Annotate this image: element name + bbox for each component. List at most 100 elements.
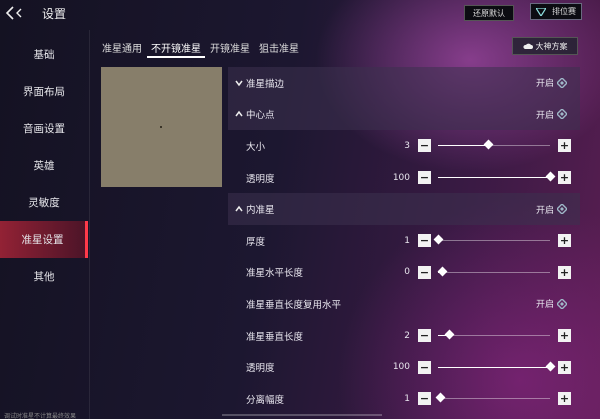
setting-inner-crosshair[interactable]: 内准星 开启 bbox=[228, 193, 580, 225]
slider-track[interactable] bbox=[438, 140, 550, 150]
setting-value: 2 bbox=[404, 330, 410, 341]
pro-presets-label: 大神方案 bbox=[535, 41, 568, 51]
sidebar: 基础 界面布局 音画设置 英雄 灵敏度 准星设置 其他 bbox=[0, 36, 88, 295]
back-button[interactable] bbox=[4, 3, 38, 23]
slider-thumb[interactable] bbox=[437, 266, 448, 277]
setting-label: 准星垂直长度复用水平 bbox=[246, 299, 342, 311]
state-text: 开启 bbox=[536, 205, 555, 216]
setting-label: 准星垂直长度 bbox=[246, 331, 304, 343]
setting-label: 厚度 bbox=[246, 236, 266, 248]
crosshair-tabs: 准星通用 不开镜准星 开镜准星 狙击准星 bbox=[98, 38, 304, 58]
sidebar-item-audio-video[interactable]: 音画设置 bbox=[0, 110, 88, 147]
decrease-button[interactable]: − bbox=[418, 360, 431, 374]
tab-ads[interactable]: 开镜准星 bbox=[206, 38, 254, 58]
setting-state[interactable]: 开启 bbox=[536, 297, 568, 311]
reset-defaults-button[interactable]: 还原默认 bbox=[464, 5, 514, 21]
toggle-diamond-icon bbox=[557, 109, 568, 120]
setting-inner-opacity: 透明度 100 − + bbox=[228, 351, 580, 383]
increase-button[interactable]: + bbox=[558, 329, 571, 343]
state-text: 开启 bbox=[536, 110, 555, 121]
decrease-button[interactable]: − bbox=[418, 329, 431, 343]
setting-state[interactable]: 开启 bbox=[536, 203, 568, 216]
tab-hipfire[interactable]: 不开镜准星 bbox=[147, 38, 205, 58]
slider-track[interactable] bbox=[435, 392, 550, 403]
setting-state[interactable]: 开启 bbox=[536, 108, 568, 121]
tab-sniper[interactable]: 狙击准星 bbox=[255, 38, 303, 58]
setting-label: 透明度 bbox=[246, 173, 275, 185]
setting-label: 大小 bbox=[246, 141, 266, 153]
chevron-down-icon bbox=[235, 80, 243, 87]
toggle-diamond-icon bbox=[557, 204, 568, 215]
sidebar-divider bbox=[89, 30, 90, 419]
cloud-icon bbox=[522, 43, 533, 49]
chevron-up-icon bbox=[235, 205, 243, 212]
back-arrow-icon bbox=[5, 6, 22, 20]
sidebar-item-layout[interactable]: 界面布局 bbox=[0, 73, 88, 110]
setting-label: 准星描边 bbox=[246, 78, 285, 90]
decrease-button[interactable]: − bbox=[418, 171, 431, 185]
pro-presets-button[interactable]: 大神方案 bbox=[512, 37, 578, 55]
horizontal-scrollbar[interactable] bbox=[222, 414, 382, 416]
setting-label: 准星水平长度 bbox=[246, 268, 304, 280]
tab-general[interactable]: 准星通用 bbox=[98, 38, 146, 58]
setting-center-dot[interactable]: 中心点 开启 bbox=[228, 98, 580, 131]
state-text: 开启 bbox=[536, 300, 555, 311]
setting-label: 分离幅度 bbox=[246, 394, 285, 406]
sidebar-item-other[interactable]: 其他 bbox=[0, 258, 88, 295]
setting-outline[interactable]: 准星描边 开启 bbox=[228, 67, 580, 99]
decrease-button[interactable]: − bbox=[418, 139, 431, 153]
setting-v-reuse-h[interactable]: 准星垂直长度复用水平 开启 bbox=[228, 288, 580, 320]
increase-button[interactable]: + bbox=[558, 171, 571, 185]
setting-center-size: 大小 3 − + bbox=[228, 130, 580, 162]
slider-fill bbox=[438, 145, 488, 147]
slider-thumb[interactable] bbox=[444, 329, 455, 340]
setting-value: 100 bbox=[392, 362, 410, 373]
setting-center-opacity: 透明度 100 − + bbox=[228, 162, 580, 194]
slider-track[interactable] bbox=[438, 361, 556, 372]
decrease-button[interactable]: − bbox=[418, 392, 431, 406]
setting-separation: 分离幅度 1 − + bbox=[228, 383, 580, 415]
sidebar-item-sensitivity[interactable]: 灵敏度 bbox=[0, 184, 88, 221]
increase-button[interactable]: + bbox=[558, 234, 571, 248]
setting-label: 中心点 bbox=[246, 110, 275, 122]
setting-value: 3 bbox=[404, 140, 410, 151]
crosshair-preview bbox=[101, 67, 222, 187]
slider-thumb[interactable] bbox=[483, 140, 494, 150]
slider-track[interactable] bbox=[433, 234, 550, 245]
setting-thickness: 厚度 1 − + bbox=[228, 225, 580, 257]
setting-v-length: 准星垂直长度 2 − + bbox=[228, 320, 580, 352]
increase-button[interactable]: + bbox=[558, 265, 571, 279]
decrease-button[interactable]: − bbox=[418, 265, 431, 279]
slider-track[interactable] bbox=[437, 266, 550, 277]
increase-button[interactable]: + bbox=[558, 360, 571, 374]
setting-label: 透明度 bbox=[246, 363, 275, 375]
slider-thumb[interactable] bbox=[435, 392, 446, 403]
slider-track[interactable] bbox=[438, 329, 550, 340]
state-text: 开启 bbox=[536, 79, 555, 90]
crosshair-center-dot bbox=[160, 126, 162, 128]
chevron-up-icon bbox=[235, 111, 243, 117]
setting-label: 内准星 bbox=[246, 205, 275, 217]
page-title: 设置 bbox=[42, 7, 67, 21]
setting-h-length: 准星水平长度 0 − + bbox=[228, 257, 580, 289]
setting-value: 1 bbox=[404, 393, 410, 404]
settings-panel: 准星描边 开启 中心点 开启 大小 3 − + 透明度 100 − + 内准星 … bbox=[228, 67, 580, 415]
increase-button[interactable]: + bbox=[558, 392, 571, 406]
toggle-diamond-icon bbox=[557, 77, 568, 88]
setting-state[interactable]: 开启 bbox=[536, 76, 568, 90]
sidebar-item-crosshair[interactable]: 准星设置 bbox=[0, 221, 88, 258]
decrease-button[interactable]: − bbox=[418, 234, 431, 248]
ranked-mode-label: 排位赛 bbox=[552, 7, 576, 16]
ranked-mode-button[interactable]: 排位赛 bbox=[530, 3, 582, 20]
slider-thumb[interactable] bbox=[433, 234, 444, 245]
slider-thumb[interactable] bbox=[545, 171, 556, 182]
sidebar-item-hero[interactable]: 英雄 bbox=[0, 147, 88, 184]
slider-fill bbox=[438, 366, 550, 368]
toggle-diamond-icon bbox=[557, 298, 568, 309]
setting-value: 1 bbox=[404, 235, 410, 246]
slider-track[interactable] bbox=[438, 171, 556, 182]
increase-button[interactable]: + bbox=[558, 139, 571, 153]
sidebar-item-basic[interactable]: 基础 bbox=[0, 36, 88, 73]
slider-thumb[interactable] bbox=[545, 361, 556, 372]
setting-value: 0 bbox=[404, 267, 410, 278]
